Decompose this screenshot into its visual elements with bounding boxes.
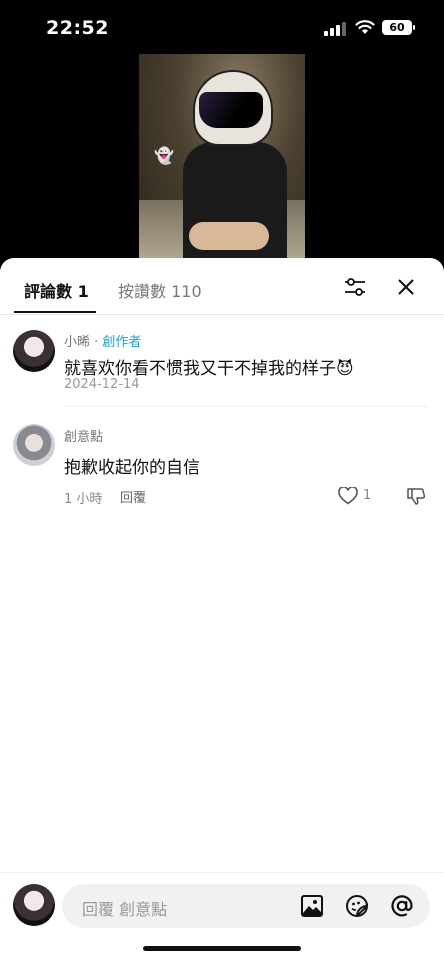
- tab-bar: 評論數 1 按讚數 110: [0, 258, 444, 315]
- wifi-icon: [355, 20, 375, 34]
- battery-indicator: 60: [382, 20, 415, 35]
- comment-text: 抱歉收起你的自信: [64, 458, 200, 478]
- comment-date: 2024-12-14: [64, 377, 140, 392]
- home-indicator: [143, 946, 301, 951]
- sticker-icon[interactable]: [345, 894, 369, 918]
- reply-placeholder: 回覆 創意點: [82, 900, 168, 919]
- avatar[interactable]: [13, 424, 55, 466]
- image-icon[interactable]: [300, 894, 324, 918]
- comment-author-line: 小晞 · 創作者: [64, 331, 141, 350]
- reply-bar: 回覆 創意點: [0, 872, 444, 961]
- close-icon[interactable]: [395, 276, 417, 298]
- signal-icon: [324, 22, 346, 36]
- tab-likes[interactable]: 按讚數 110: [118, 278, 202, 302]
- author-separator: ·: [90, 335, 103, 350]
- reply-input[interactable]: 回覆 創意點: [62, 884, 430, 928]
- comment-time: 1 小時: [64, 492, 103, 507]
- mention-icon[interactable]: [390, 894, 414, 918]
- dislike-icon[interactable]: [406, 486, 426, 506]
- comments-sheet: 評論數 1 按讚數 110 小晞 · 創作者 就喜欢你看不惯我又干不掉我的样子😈…: [0, 258, 444, 961]
- reply-button[interactable]: 回覆: [120, 487, 146, 506]
- creator-badge: 創作者: [102, 335, 142, 350]
- status-time: 22:52: [46, 17, 109, 39]
- comment-text: 就喜欢你看不惯我又干不掉我的样子😈: [64, 359, 354, 379]
- ghost-sticker: 👻: [154, 146, 174, 165]
- active-tab-indicator: [14, 311, 96, 313]
- like-count: 1: [363, 488, 372, 503]
- comment-divider: [64, 406, 428, 407]
- comment-item: 創意點 抱歉收起你的自信 1 小時 回覆 1: [0, 408, 444, 518]
- comment-author[interactable]: 創意點: [64, 426, 103, 445]
- my-avatar: [13, 884, 55, 926]
- filter-icon[interactable]: [343, 276, 367, 298]
- comment-item: 小晞 · 創作者 就喜欢你看不惯我又干不掉我的样子😈 2024-12-14: [0, 314, 444, 414]
- status-bar: 22:52 60: [0, 0, 444, 56]
- avatar[interactable]: [13, 330, 55, 372]
- heart-icon[interactable]: [338, 487, 358, 505]
- tab-comments[interactable]: 評論數 1: [24, 278, 89, 302]
- comment-author[interactable]: 小晞: [64, 335, 90, 350]
